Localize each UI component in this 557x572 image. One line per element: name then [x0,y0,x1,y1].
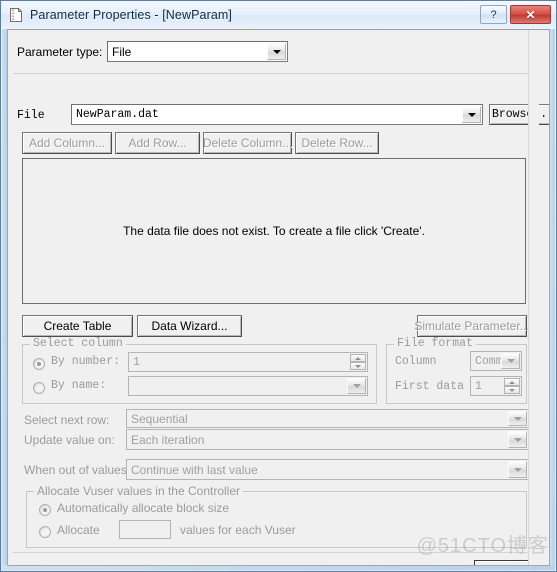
data-table-area[interactable]: The data file does not exist. To create … [22,158,526,304]
allocate-values-suffix-label: values for each Vuser [180,523,296,537]
window-title: Parameter Properties - [NewParam] [30,7,232,22]
chevron-down-icon[interactable] [267,43,286,60]
title-bar[interactable]: Parameter Properties - [NewParam] ? ✕ [1,1,556,28]
chevron-down-icon[interactable] [347,378,366,394]
stepper-down-icon[interactable] [504,386,520,394]
auto-allocate-label: Automatically allocate block size [57,501,230,515]
help-button[interactable]: ? [480,5,507,24]
chevron-down-icon[interactable] [462,106,481,123]
dialog-content: Parameter type: File File NewParam.dat B… [8,30,549,565]
close-window-button[interactable]: ✕ [510,5,551,24]
add-column-button[interactable]: Add Column... [22,132,112,154]
column-format-select[interactable]: Comma [470,351,522,371]
update-value-on-label: Update value on: [24,433,115,447]
auto-allocate-radio[interactable] [39,504,51,516]
stepper-up-icon[interactable] [504,378,520,386]
chevron-down-icon[interactable] [508,461,527,478]
select-column-group-title: Select column [30,337,126,350]
add-row-button[interactable]: Add Row... [115,132,200,154]
by-name-radio[interactable] [33,382,45,394]
allocate-vuser-group: Allocate Vuser values in the Controller … [26,484,527,548]
first-data-value: 1 [475,379,482,393]
manual-allocate-label: Allocate [57,523,100,537]
by-number-stepper[interactable]: 1 [128,352,368,372]
window-edge-right [550,29,555,570]
simulate-parameter-button[interactable]: Simulate Parameter... [414,315,530,337]
first-data-label: First data [395,380,465,393]
select-next-row-select[interactable]: Sequential [126,409,529,428]
divider-top [13,73,534,74]
vertical-scrollbar[interactable] [528,30,539,565]
close-button[interactable]: Close [474,560,534,565]
divider-bottom [13,552,534,553]
chevron-down-icon[interactable] [508,431,527,448]
allocate-vuser-group-title: Allocate Vuser values in the Controller [34,484,243,498]
by-number-label: By number: [51,355,121,368]
by-name-label: By name: [51,379,107,392]
file-format-group-title: File format [394,337,476,350]
by-name-select[interactable] [128,376,368,396]
stepper-arrows[interactable] [504,378,520,394]
select-next-row-label: Select next row: [24,413,110,427]
title-bar-buttons: ? ✕ [477,5,551,24]
select-column-group: Select column By number: 1 By name: [22,337,377,404]
by-number-value: 1 [133,355,140,369]
delete-row-button[interactable]: Delete Row... [295,132,379,154]
stepper-up-icon[interactable] [350,354,366,362]
parameter-properties-window: Parameter Properties - [NewParam] ? ✕ Pa… [0,0,557,572]
update-value-on-value: Each iteration [131,432,205,447]
when-out-of-values-label: When out of values: [24,463,131,477]
column-format-value: Comma [475,354,501,368]
update-value-on-select[interactable]: Each iteration [126,429,529,450]
parameter-file-icon [8,7,24,23]
parameter-type-value: File [112,44,132,59]
when-out-of-values-select[interactable]: Continue with last value [126,459,529,480]
file-path-combo[interactable]: NewParam.dat [71,104,483,125]
dialog-client-area: Parameter type: File File NewParam.dat B… [7,29,550,566]
parameter-type-select[interactable]: File [107,41,288,62]
chevron-down-icon[interactable] [501,353,520,369]
allocate-values-input[interactable] [119,520,171,539]
browse-button[interactable]: Browse... [489,104,549,125]
file-label: File [17,109,45,122]
by-number-radio[interactable] [33,358,45,370]
parameter-type-label: Parameter type: [17,45,103,59]
manual-allocate-radio[interactable] [39,526,51,538]
first-data-stepper[interactable]: 1 [470,376,522,396]
chevron-down-icon[interactable] [508,411,527,426]
file-path-value: NewParam.dat [76,108,159,121]
file-format-group: File format Column Comma First data 1 [386,337,527,404]
delete-column-button[interactable]: Delete Column... [203,132,292,154]
when-out-of-values-value: Continue with last value [131,462,258,477]
create-table-button[interactable]: Create Table [22,315,133,337]
data-wizard-button[interactable]: Data Wizard... [137,315,242,337]
stepper-arrows[interactable] [350,354,366,370]
column-format-label: Column [395,355,437,368]
stepper-down-icon[interactable] [350,362,366,370]
select-next-row-value: Sequential [131,411,188,426]
data-empty-message: The data file does not exist. To create … [123,224,425,238]
